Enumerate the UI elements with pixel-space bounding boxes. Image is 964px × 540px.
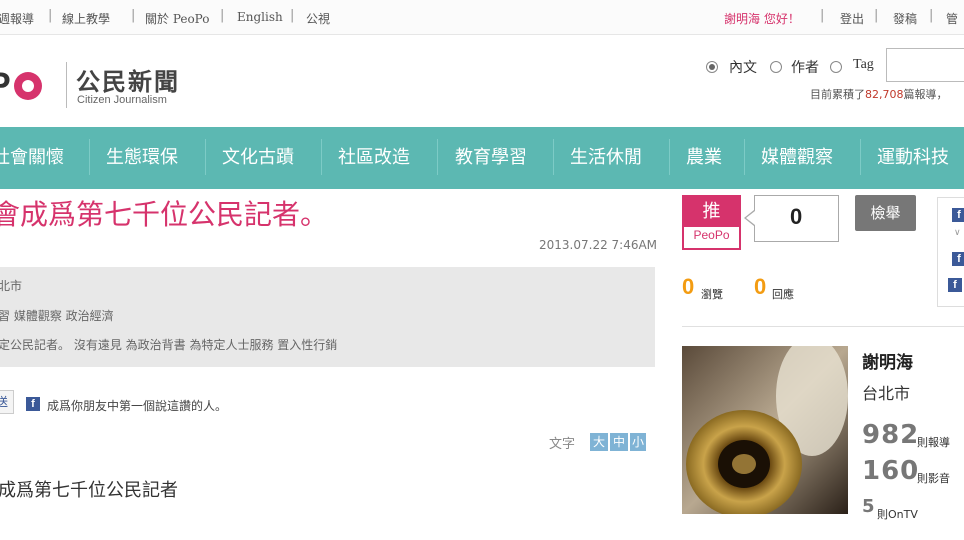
replies-count: 0 [754,274,767,299]
topbar-separator: | [220,8,225,23]
user-greeting[interactable]: 謝明海 您好！ [724,10,800,27]
nav-item-leisure[interactable]: 生活休閒 [570,143,642,169]
topbar-separator: | [874,8,879,23]
logo-title: 公民新聞 [76,68,180,96]
text-size-medium-button[interactable]: 中 [610,433,628,451]
nav-item-education[interactable]: 教育學習 [455,143,527,169]
nav-item-community[interactable]: 社區改造 [338,143,410,169]
nav-separator [553,139,554,175]
facebook-icon[interactable]: f [26,397,40,411]
logout-link[interactable]: 登出 [840,10,864,27]
replies-label: 回應 [772,288,794,301]
article-location[interactable]: 北市 [0,277,22,294]
nav-separator [205,139,206,175]
nav-separator [744,139,745,175]
topbar-link-pts[interactable]: 公視 [306,10,330,27]
article-date: 2013.07.22 7:46AM [539,238,658,252]
article-categories[interactable]: 習 媒體觀察 政治經濟 [0,307,114,324]
peopo-logo[interactable]: P [0,60,50,108]
text-size-small-button[interactable]: 小 [630,433,646,451]
search-input[interactable] [886,48,964,82]
topbar-separator: | [929,8,934,23]
author-city: 台北市 [862,384,911,403]
author-reports-label: 則報導 [917,436,950,449]
nav-item-social[interactable]: 社會關懷 [0,143,64,169]
radio-tag[interactable] [830,61,842,73]
facebook-like-text: 成爲你朋友中第一個說這讚的人。 [47,399,228,413]
topbar-link-weekly[interactable]: 週報導 [0,10,34,27]
share-button[interactable]: 送 [0,390,14,414]
topbar-link-about[interactable]: 關於 PeoPo [145,10,210,27]
nav-item-culture[interactable]: 文化古蹟 [222,143,294,169]
vote-pointer-inner [746,211,755,225]
article-title: 會成爲第七千位公民記者。 [0,198,329,231]
topbar-separator: | [48,8,53,23]
top-bar: 週報導 | 線上教學 | 關於 PeoPo | English | 公視 謝明海… [0,0,964,35]
author-photo[interactable] [682,346,848,514]
vote-count: 0 [790,204,803,229]
logo-subtitle: Citizen Journalism [77,94,167,106]
author-ontv-label: 則OnTV [877,508,918,521]
nav-item-ecology[interactable]: 生態環保 [106,143,178,169]
article-body-text: 成爲第七千位公民記者 [0,480,178,501]
text-size-label: 文字 [549,437,576,452]
push-label: 推 [684,197,739,227]
manage-link[interactable]: 管 [946,10,958,27]
author-ontv-count: 5 [862,496,876,517]
logo-divider [66,62,67,108]
report-count-suffix: 篇報導， [903,88,948,101]
nav-item-sports[interactable]: 運動科技 [877,143,949,169]
facebook-share-widget[interactable]: f ∨ f f [937,197,964,307]
article-tags[interactable]: 定公民記者。 沒有遠見 為政治背書 為特定人士服務 置入性行銷 [0,336,337,353]
nav-separator [89,139,90,175]
report-count-number: 82,708 [865,88,904,101]
views-label: 瀏覽 [701,288,723,301]
push-button[interactable]: 推 PeoPo [682,195,741,250]
topbar-link-tutorial[interactable]: 線上教學 [62,10,110,27]
report-button[interactable]: 檢舉 [855,195,916,231]
radio-author-label: 作者 [791,61,819,76]
facebook-icon[interactable]: f [952,252,964,266]
facebook-icon[interactable]: f [952,208,964,222]
nav-separator [860,139,861,175]
facebook-icon[interactable]: f [948,278,962,292]
text-size-large-button[interactable]: 大 [590,433,608,451]
radio-author[interactable] [770,61,782,73]
topbar-separator: | [131,8,136,23]
author-media-label: 則影音 [917,472,950,485]
radio-content-label: 內文 [729,61,757,76]
radio-content[interactable] [706,61,718,73]
chevron-down-icon: ∨ [954,228,961,238]
topbar-link-english[interactable]: English [237,10,283,24]
report-count: 目前累積了82,708篇報導， [810,86,948,102]
radio-tag-label: Tag [853,57,874,72]
topbar-separator: | [820,8,825,23]
article-meta-box: 北市 習 媒體觀察 政治經濟 定公民記者。 沒有遠見 為政治背書 為特定人士服務… [0,267,655,367]
post-link[interactable]: 發稿 [893,10,917,27]
svg-text:P: P [0,66,11,104]
report-count-prefix: 目前累積了 [810,88,865,101]
push-brand: PeoPo [693,228,730,242]
author-name[interactable]: 謝明海 [862,348,913,373]
author-media-count: 160 [862,456,920,486]
nav-separator [321,139,322,175]
category-nav: 社會關懷 生態環保 文化古蹟 社區改造 教育學習 生活休閒 農業 媒體觀察 運動… [0,127,964,189]
author-reports-count: 982 [862,420,920,450]
nav-item-media[interactable]: 媒體觀察 [761,143,833,169]
topbar-separator: | [290,8,295,23]
views-count: 0 [682,274,695,299]
nav-separator [669,139,670,175]
sidebar-divider [682,326,964,327]
nav-separator [437,139,438,175]
nav-item-agriculture[interactable]: 農業 [686,143,722,169]
